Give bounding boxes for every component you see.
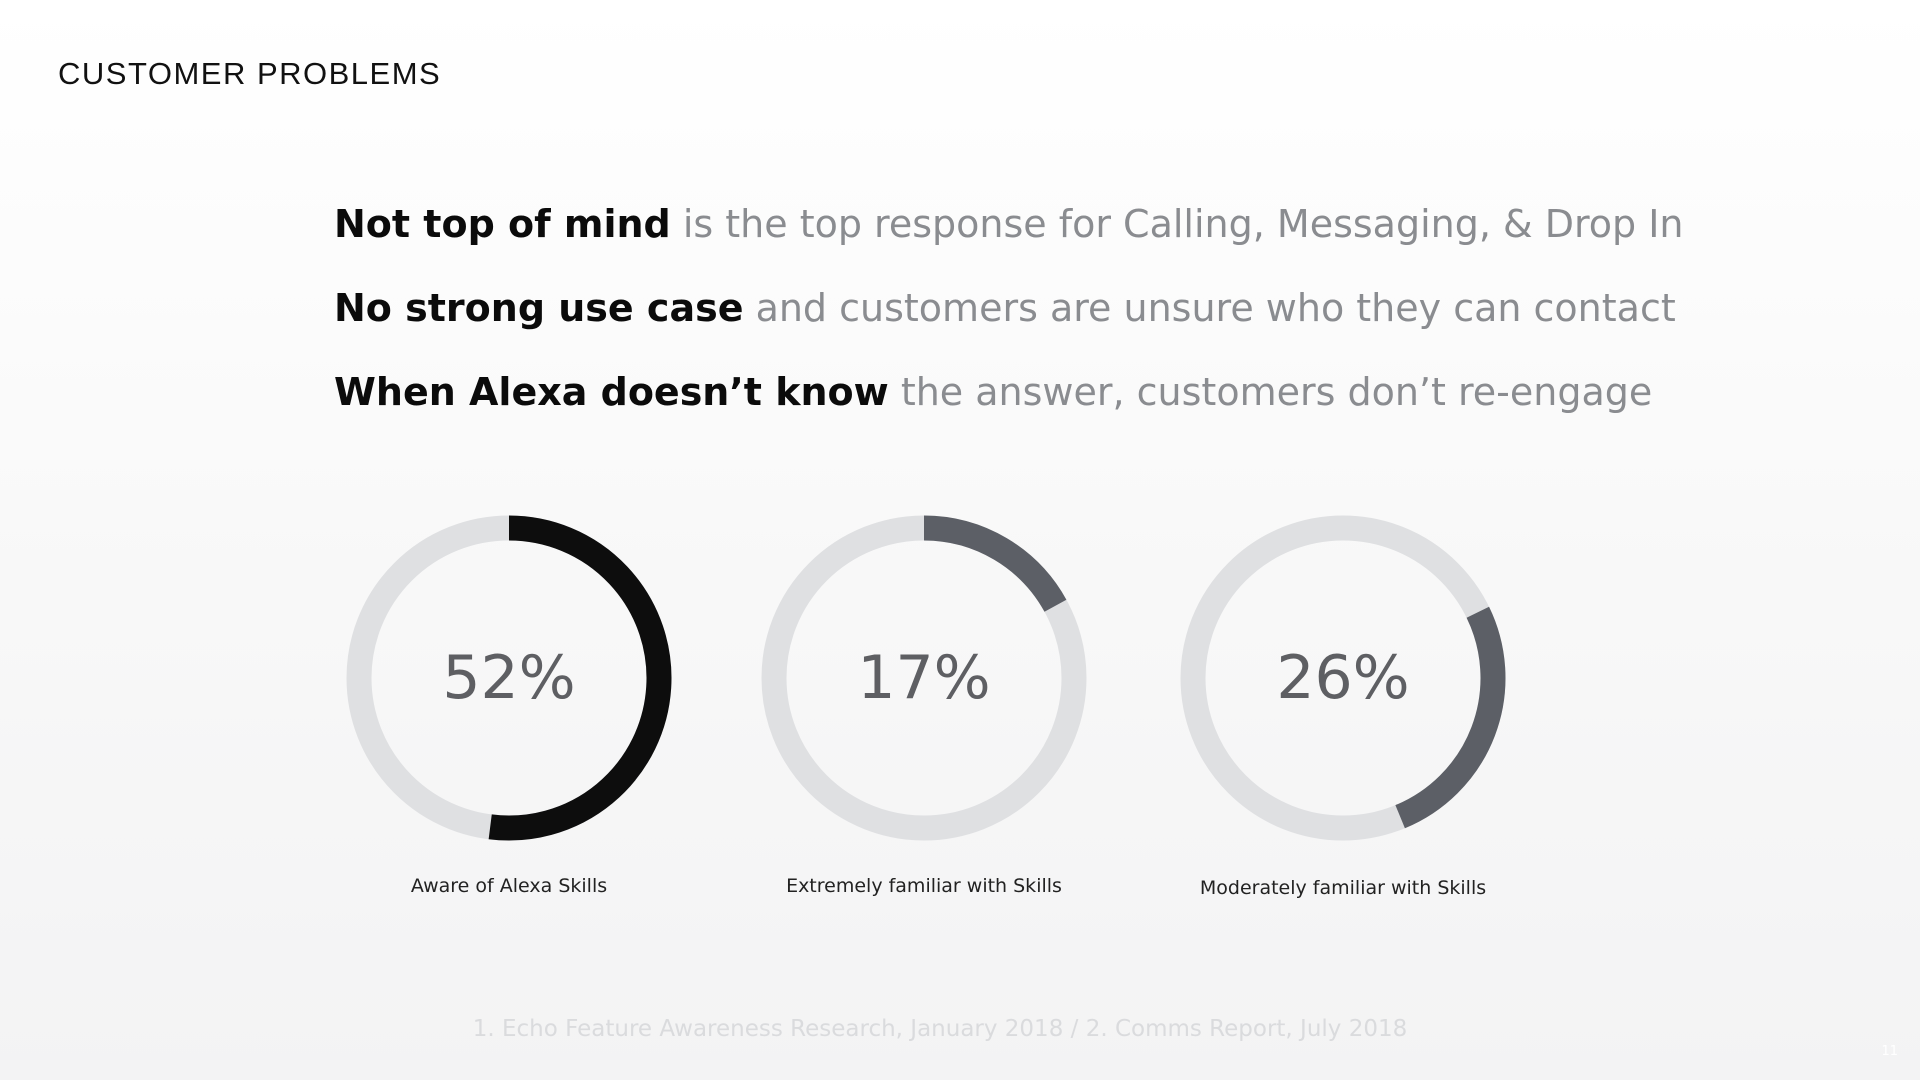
donut-value-label: 17% [857, 643, 990, 713]
footnote: 1. Echo Feature Awareness Research, Janu… [472, 1016, 1408, 1042]
problem-highlight: Not top of mind [334, 202, 671, 246]
problem-list: Not top of mind is the top response for … [334, 198, 1684, 450]
donut-value-arc [488, 515, 672, 841]
donut-caption: Aware of Alexa Skills [411, 875, 607, 897]
donut-chart-1: 52% Aware of Alexa Skills [346, 515, 672, 897]
donut-track [1180, 515, 1506, 841]
page-number: 11 [1881, 1044, 1898, 1059]
donut-caption: Extremely familiar with Skills [786, 875, 1062, 897]
problem-statement: When Alexa doesn’t know the answer, cust… [334, 366, 1652, 450]
donut-chart-2: 17% Extremely familiar with Skills [761, 515, 1087, 897]
donut-caption: Moderately familiar with Skills [1200, 877, 1486, 899]
problem-detail: is the top response for Calling, Messagi… [670, 202, 1684, 246]
problem-statement: No strong use case and customers are uns… [334, 282, 1676, 366]
slide-title: CUSTOMER PROBLEMS [58, 56, 442, 91]
donut-value-label: 52% [442, 643, 575, 713]
donut-track [761, 515, 1087, 841]
donut-value-arc [1395, 606, 1506, 829]
problem-detail: and customers are unsure who they can co… [743, 286, 1676, 330]
problem-statement: Not top of mind is the top response for … [334, 198, 1684, 282]
donut-value-label: 26% [1276, 643, 1409, 713]
donut-track [346, 515, 672, 841]
problem-detail: the answer, customers don’t re-engage [888, 370, 1653, 414]
problem-highlight: When Alexa doesn’t know [334, 370, 889, 414]
problem-highlight: No strong use case [334, 286, 744, 330]
donut-charts: 52% Aware of Alexa Skills 17% Extremely fam… [346, 515, 1506, 899]
donut-value-arc [923, 515, 1067, 612]
donut-chart-3: 26% Moderately familiar with Skills [1180, 515, 1506, 899]
